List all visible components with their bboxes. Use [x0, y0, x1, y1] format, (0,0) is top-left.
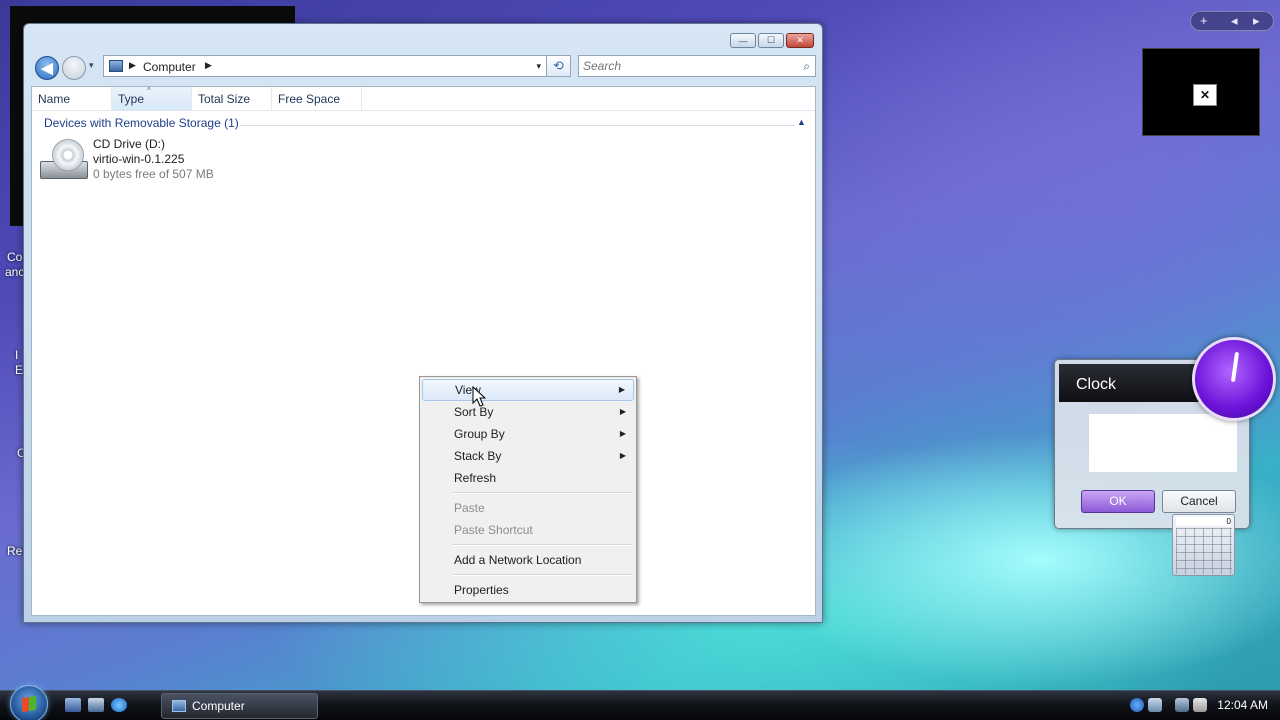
collapse-group-icon[interactable]: ▲ — [797, 117, 806, 127]
column-total-size[interactable]: Total Size — [192, 87, 272, 111]
cancel-button[interactable]: Cancel — [1162, 490, 1236, 513]
menu-separator — [422, 489, 634, 497]
submenu-arrow-icon: ▶ — [619, 407, 626, 416]
gadget-sidebar-bar: + ◂ ▸ — [1190, 11, 1274, 31]
submenu-arrow-icon: ▶ — [619, 451, 626, 460]
menu-item-view[interactable]: View ▶ — [422, 379, 634, 401]
group-divider — [240, 125, 795, 126]
search-input[interactable] — [583, 58, 783, 74]
gadget-preview[interactable]: ✕ — [1142, 48, 1260, 136]
next-gadgets-icon[interactable]: ▸ — [1253, 13, 1260, 29]
navigation-bar: ◀ ▾ ▶ Computer ▶ ▾ ⟲ ⌕ — [32, 54, 816, 80]
menu-item-add-network-location[interactable]: Add a Network Location — [422, 549, 634, 571]
clock-hand — [1230, 351, 1240, 383]
drive-free-space: 0 bytes free of 507 MB — [93, 167, 214, 181]
add-gadget-icon[interactable]: + — [1200, 13, 1208, 28]
menu-item-paste-shortcut: Paste Shortcut — [454, 523, 533, 537]
menu-item-refresh[interactable]: Refresh — [422, 467, 634, 489]
close-icon[interactable]: ✕ — [1193, 84, 1217, 106]
help-icon[interactable] — [1130, 698, 1144, 712]
system-tray: 12:04 AM — [1130, 691, 1280, 720]
calculator-gadget[interactable]: 0 — [1172, 514, 1235, 576]
menu-separator — [422, 541, 634, 549]
forward-button[interactable] — [62, 56, 86, 80]
menu-item-paste: Paste — [454, 501, 485, 515]
disc — [52, 139, 84, 171]
menu-item-stack-by[interactable]: Stack By ▶ — [422, 445, 634, 467]
column-free-space[interactable]: Free Space — [272, 87, 362, 111]
taskbar: Computer 12:04 AM — [0, 685, 1280, 720]
search-icon[interactable]: ⌕ — [803, 59, 810, 74]
start-button[interactable] — [10, 685, 48, 720]
search-box[interactable]: ⌕ — [578, 55, 816, 77]
switch-windows-icon[interactable] — [88, 698, 104, 712]
desktop-icon-label[interactable]: I — [15, 348, 18, 362]
breadcrumb-computer[interactable]: Computer — [143, 60, 196, 74]
drive-name: CD Drive (D:) — [93, 137, 165, 151]
windows-logo-icon — [22, 696, 36, 712]
menu-separator — [422, 571, 634, 579]
computer-icon — [109, 60, 123, 72]
recent-pages-icon[interactable]: ▾ — [89, 60, 94, 71]
minimize-button[interactable]: — — [730, 33, 756, 48]
taskbar-button-computer[interactable]: Computer — [161, 693, 318, 719]
refresh-button[interactable]: ⟲ — [547, 55, 571, 77]
gadget-tray-icon[interactable] — [1148, 698, 1162, 712]
internet-explorer-icon[interactable] — [111, 698, 127, 712]
desktop-icon-label[interactable]: Co — [7, 250, 22, 264]
previous-gadgets-icon[interactable]: ◂ — [1231, 13, 1238, 29]
submenu-arrow-icon: ▶ — [618, 385, 625, 394]
address-dropdown-icon[interactable]: ▾ — [536, 61, 541, 72]
calculator-keypad[interactable] — [1176, 528, 1232, 574]
desktop-icon-label[interactable]: E — [15, 363, 23, 377]
submenu-arrow-icon: ▶ — [619, 429, 626, 438]
menu-item-label: Group By — [454, 427, 505, 441]
address-bar[interactable]: ▶ Computer ▶ ▾ — [103, 55, 547, 77]
breadcrumb-separator-icon[interactable]: ▶ — [205, 60, 212, 71]
column-type-label: Type — [118, 92, 145, 106]
menu-item-sort-by[interactable]: Sort By ▶ — [422, 401, 634, 423]
mouse-cursor-icon — [472, 386, 486, 407]
ok-button[interactable]: OK — [1081, 490, 1155, 513]
column-type[interactable]: Type ^ — [112, 86, 192, 111]
window-controls: — ☐ ✕ — [730, 33, 814, 48]
computer-icon — [172, 700, 186, 712]
clock-time[interactable]: 12:04 AM — [1217, 698, 1268, 712]
column-headers: Name Type ^ Total Size Free Space — [32, 86, 815, 111]
dialog-title: Clock — [1076, 376, 1117, 393]
maximize-button[interactable]: ☐ — [758, 33, 784, 48]
cd-drive-icon — [40, 139, 88, 181]
back-button[interactable]: ◀ — [35, 56, 59, 80]
desktop-icon-label[interactable]: anc — [5, 265, 24, 279]
volume-muted-icon[interactable] — [1193, 698, 1207, 712]
cd-drive-item[interactable]: CD Drive (D:) virtio-win-0.1.225 0 bytes… — [40, 137, 230, 185]
group-header-label[interactable]: Devices with Removable Storage (1) — [44, 116, 239, 130]
menu-item-properties[interactable]: Properties — [422, 579, 634, 601]
context-menu: View ▶ Sort By ▶ Group By ▶ Stack By ▶ R… — [419, 376, 637, 603]
menu-item-label: Stack By — [454, 449, 502, 463]
menu-item-group-by[interactable]: Group By ▶ — [422, 423, 634, 445]
show-desktop-icon[interactable] — [65, 698, 81, 712]
column-name[interactable]: Name — [32, 87, 112, 111]
clock-gadget-icon[interactable] — [1192, 337, 1276, 421]
sort-ascending-icon: ^ — [147, 86, 151, 95]
clock-settings-area — [1089, 414, 1237, 472]
drive-volume-label: virtio-win-0.1.225 — [93, 152, 185, 166]
calculator-display: 0 — [1176, 517, 1231, 526]
breadcrumb-separator-icon[interactable]: ▶ — [129, 60, 136, 71]
close-button[interactable]: ✕ — [786, 33, 814, 48]
taskbar-button-label: Computer — [192, 699, 245, 713]
network-icon[interactable] — [1175, 698, 1189, 712]
